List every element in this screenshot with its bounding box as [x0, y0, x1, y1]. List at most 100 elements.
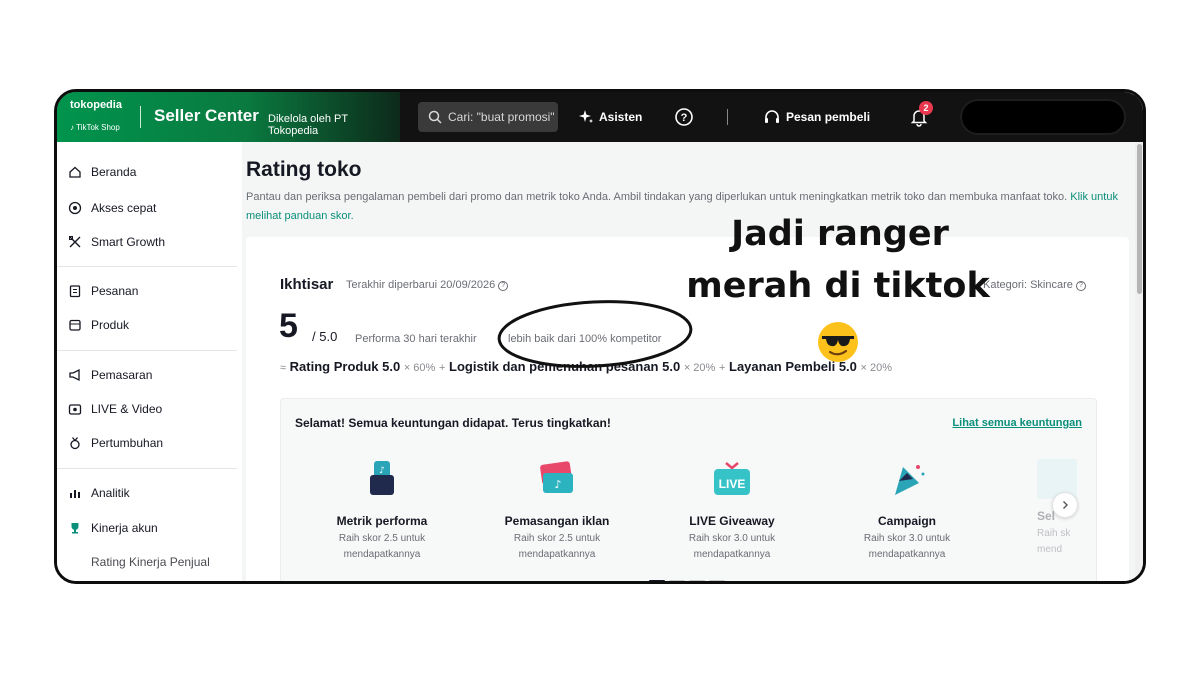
sidebar-item-rating-kinerja-penjual[interactable]: Rating Kinerja Penjual	[91, 552, 210, 572]
page-title: Rating toko	[246, 158, 362, 181]
asisten-button[interactable]: Asisten	[578, 92, 642, 142]
benefit-metrik-performa[interactable]: ♪ Metrik performa Raih skor 2.5 untuk men…	[307, 459, 457, 563]
benefit-desc: Raih skor 2.5 untuk mendapatkannya	[513, 533, 601, 560]
help-icon: ?	[675, 108, 693, 126]
sidebar-item-label: Pertumbuhan	[91, 436, 164, 450]
caption-line-1: Jadi ranger	[731, 214, 949, 254]
search-input[interactable]	[448, 107, 556, 127]
info-icon[interactable]: ?	[498, 281, 509, 291]
topbar-divider	[727, 109, 728, 125]
sidebar-item-live-video[interactable]: LIVE & Video	[67, 399, 162, 419]
growth-icon	[67, 234, 83, 250]
live-gift-icon: LIVE	[714, 462, 750, 495]
sidebar: Beranda Akses cepat Smart Growth Pesanan	[57, 142, 242, 581]
benefit-desc: Raih skor 3.0 untuk mendapatkannya	[688, 533, 776, 560]
pagination-dot[interactable]	[689, 580, 705, 581]
sidebar-item-akses-cepat[interactable]: Akses cepat	[67, 198, 156, 218]
carousel-pagination	[649, 570, 729, 581]
benefit-live-giveaway[interactable]: LIVE LIVE Giveaway Raih skor 3.0 untuk me…	[657, 459, 807, 563]
sidebar-item-label: Rating Kinerja Penjual	[91, 555, 210, 569]
asisten-label: Asisten	[599, 110, 643, 124]
home-icon	[67, 164, 83, 180]
page-description: Pantau dan periksa pengalaman pembeli da…	[246, 188, 1126, 226]
sparkle-icon	[579, 110, 593, 123]
tokopedia-logo: tokopedia	[70, 99, 122, 111]
benefits-title: Selamat! Semua keuntungan didapat. Terus…	[295, 416, 611, 430]
tiktok-shop-logo: ♪ TikTok Shop	[70, 123, 120, 132]
ad-card-icon: ♪	[540, 461, 573, 493]
product-icon	[67, 317, 83, 333]
benefits-panel: Selamat! Semua keuntungan didapat. Terus…	[280, 398, 1097, 581]
formula-product-rating: Rating Produk 5.0	[289, 359, 401, 374]
pagination-dot[interactable]	[709, 580, 725, 581]
search-box[interactable]	[418, 102, 558, 132]
brand-divider	[140, 106, 141, 128]
pagination-dot[interactable]	[669, 580, 685, 581]
benefit-desc: Raih skor 2.5 untuk mendapatkannya	[338, 533, 426, 560]
party-popper-icon	[895, 465, 925, 495]
caption-line-2: merah di tiktok	[686, 266, 990, 306]
performance-period: Performa 30 hari terakhir	[355, 333, 477, 345]
orders-icon	[67, 283, 83, 299]
sidebar-item-label: Pemasaran	[91, 368, 153, 382]
sidebar-item-smart-growth[interactable]: Smart Growth	[67, 232, 165, 252]
headset-icon	[765, 110, 779, 123]
benefit-desc: Raih skor 3.0 untuk mendapatkannya	[863, 533, 951, 560]
sidebar-item-label: Akses cepat	[91, 201, 157, 215]
pesan-label: Pesan pembeli	[786, 110, 871, 124]
sidebar-item-pesanan[interactable]: Pesanan	[67, 281, 138, 301]
plus-icon: +	[718, 362, 726, 374]
formula-weight: × 20%	[860, 362, 893, 374]
live-icon	[67, 401, 83, 417]
score-max: / 5.0	[312, 329, 338, 344]
sidebar-item-analitik[interactable]: Analitik	[67, 483, 130, 503]
trophy-icon	[67, 520, 83, 536]
top-bar: tokopedia ♪ TikTok Shop Seller Center Di…	[57, 92, 1143, 142]
sidebar-item-label: Smart Growth	[91, 235, 166, 249]
benefit-label: LIVE Giveaway	[689, 514, 775, 528]
highlight-circle-annotation	[497, 300, 693, 368]
app-title: Seller Center	[154, 106, 259, 125]
app-subtitle: Dikelola oleh PT Tokopedia	[268, 113, 348, 137]
sidebar-item-pemasaran[interactable]: Pemasaran	[67, 365, 152, 385]
medal-icon	[67, 435, 83, 451]
benefit-pemasangan-iklan[interactable]: ♪ Pemasangan iklan Raih skor 2.5 untuk me…	[482, 459, 632, 563]
benefit-campaign[interactable]: Campaign Raih skor 3.0 untuk mendapatkann…	[832, 459, 982, 563]
pesan-pembeli-button[interactable]: Pesan pembeli	[763, 92, 870, 142]
svg-text:♪: ♪	[554, 478, 561, 491]
chevron-right-icon	[1063, 501, 1068, 509]
sidebar-item-beranda[interactable]: Beranda	[67, 162, 136, 182]
sidebar-item-produk[interactable]: Produk	[67, 315, 129, 335]
plus-icon: +	[438, 362, 446, 374]
approx-icon: ≈	[280, 362, 287, 374]
phone-metrics-icon: ♪	[370, 461, 394, 495]
sidebar-divider	[57, 468, 237, 469]
brand-header[interactable]: tokopedia ♪ TikTok Shop Seller Center Di…	[57, 92, 400, 142]
search-icon	[428, 110, 442, 124]
info-icon[interactable]: ?	[1075, 281, 1086, 291]
account-menu-redacted[interactable]	[960, 99, 1126, 135]
sidebar-item-kinerja-akun[interactable]: Kinerja akun	[67, 518, 158, 538]
svg-text:LIVE: LIVE	[719, 477, 746, 491]
carousel-next-button[interactable]	[1052, 492, 1078, 518]
svg-text:♪: ♪	[379, 466, 385, 476]
quick-access-icon	[67, 200, 83, 216]
sidebar-item-label: Beranda	[91, 165, 137, 179]
sidebar-item-pertumbuhan[interactable]: Pertumbuhan	[67, 433, 163, 453]
sidebar-item-label: Analitik	[91, 486, 130, 500]
last-updated: Terakhir diperbarui 20/09/2026?	[346, 279, 509, 291]
sidebar-divider	[57, 266, 237, 267]
benefit-label: Campaign	[877, 514, 936, 528]
benefit-label: Pemasangan iklan	[504, 514, 610, 528]
notification-button[interactable]	[909, 92, 934, 142]
benefit-label: Metrik performa	[336, 514, 428, 528]
formula-weight: × 60%	[403, 362, 436, 374]
store-score: 5	[279, 307, 298, 345]
sidebar-item-label: Pesanan	[91, 284, 139, 298]
help-button[interactable]: ?	[674, 92, 699, 142]
pagination-dot[interactable]	[649, 580, 665, 581]
sidebar-item-label: Kinerja akun	[91, 521, 158, 535]
notification-badge: 2	[919, 101, 933, 115]
see-all-benefits-link[interactable]: Lihat semua keuntungan	[952, 417, 1082, 429]
scrollbar-thumb[interactable]	[1137, 144, 1142, 294]
